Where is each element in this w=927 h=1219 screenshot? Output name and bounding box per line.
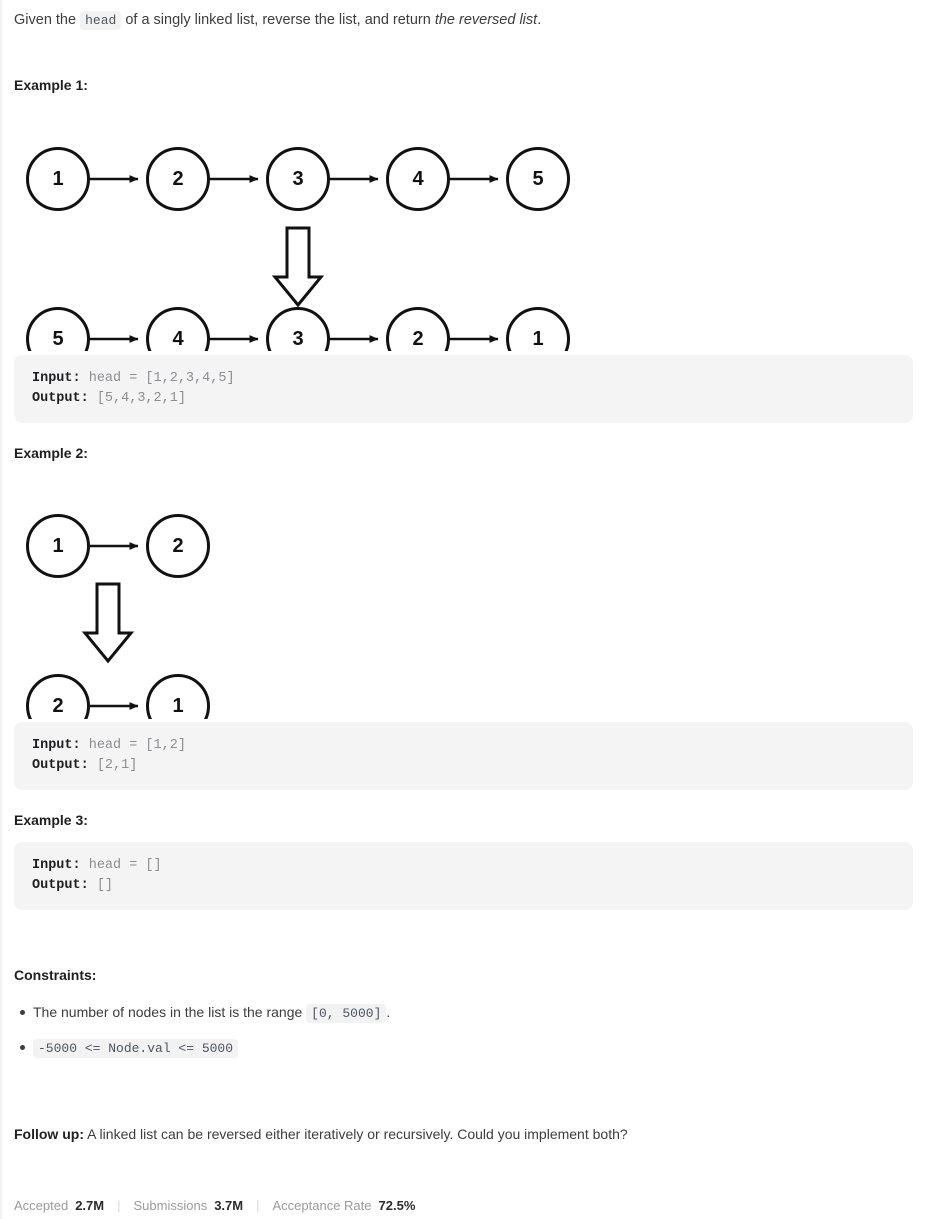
svg-text:1: 1 — [52, 168, 63, 190]
constraint-item: -5000 <= Node.val <= 5000 — [20, 1036, 913, 1060]
example-2-input-value: head = [1,2] — [88, 738, 186, 753]
svg-text:2: 2 — [52, 695, 63, 717]
statement-emphasis: the reversed list — [434, 12, 538, 28]
stat-divider: | — [117, 1198, 121, 1213]
stat-submissions-value: 3.7M — [214, 1198, 244, 1213]
problem-content: Given the head of a singly linked list, … — [0, 0, 927, 1213]
node-circle: 5 — [506, 147, 570, 211]
stat-accepted-value: 2.7M — [75, 1198, 105, 1213]
constraint-text-suffix: . — [386, 1004, 391, 1020]
constraints-title: Constraints: — [14, 967, 97, 983]
example-3-input-label: Input: — [32, 858, 81, 873]
stat-submissions[interactable]: Submissions 3.7M — [134, 1198, 244, 1213]
node-circle: 2 — [26, 674, 90, 738]
svg-text:1: 1 — [172, 695, 183, 717]
linked-list-svg-example-2: 1 2 2 1 — [26, 514, 210, 738]
followup-label: Follow up: — [14, 1126, 84, 1142]
node-circle: 2 — [146, 514, 210, 578]
node-circle: 3 — [266, 307, 330, 371]
example-3-input-value: head = [] — [88, 858, 162, 873]
svg-text:2: 2 — [412, 328, 423, 350]
node-circle: 3 — [266, 147, 330, 211]
example-2-code-block: Input: head = [1,2] Output: [2,1] — [14, 722, 913, 790]
constraint-text-prefix: The number of nodes in the list is the r… — [33, 1004, 307, 1020]
example-1-output-value: [5,4,3,2,1] — [96, 391, 186, 406]
statement-text-mid: of a singly linked list, reverse the lis… — [121, 12, 435, 28]
stat-acceptance-rate-value: 72.5% — [378, 1198, 416, 1213]
example-1-code-block: Input: head = [1,2,3,4,5] Output: [5,4,3… — [14, 355, 913, 423]
svg-text:5: 5 — [532, 168, 543, 190]
problem-stats-footer: Accepted 2.7M | Submissions 3.7M | Accepta… — [14, 1198, 913, 1213]
reverse-transform-arrow — [81, 582, 135, 664]
row-after-nodes: 2 1 — [26, 674, 210, 738]
stat-divider: | — [256, 1198, 260, 1213]
inline-code-head: head — [80, 11, 122, 30]
node-circle: 4 — [386, 147, 450, 211]
example-3-title: Example 3: — [14, 812, 88, 828]
example-2-diagram: 1 2 2 1 — [14, 474, 913, 738]
example-1-input-value: head = [1,2,3,4,5] — [88, 371, 235, 386]
constraint-item: The number of nodes in the list is the r… — [20, 1001, 913, 1025]
svg-text:3: 3 — [292, 328, 303, 350]
node-circle: 4 — [146, 307, 210, 371]
example-2-output-value: [2,1] — [96, 758, 138, 773]
svg-text:5: 5 — [52, 328, 63, 350]
example-1-diagram: 1 2 3 4 5 5 4 3 2 1 — [14, 106, 913, 371]
problem-statement: Given the head of a singly linked list, … — [14, 0, 913, 32]
constraints-list: The number of nodes in the list is the r… — [14, 1001, 913, 1060]
example-1-input-label: Input: — [32, 371, 81, 386]
node-circle: 1 — [26, 147, 90, 211]
node-circle: 1 — [146, 674, 210, 738]
svg-text:2: 2 — [172, 168, 183, 190]
example-1-output-label: Output: — [32, 391, 89, 406]
row-before-nodes: 1 2 — [26, 514, 210, 578]
node-circle: 1 — [506, 307, 570, 371]
stat-accepted-label: Accepted — [14, 1198, 69, 1213]
linked-list-svg-example-1: 1 2 3 4 5 5 4 3 2 1 — [26, 147, 570, 371]
stat-submissions-label: Submissions — [133, 1198, 208, 1213]
svg-text:4: 4 — [412, 168, 424, 190]
example-2-title: Example 2: — [14, 445, 88, 461]
node-circle: 2 — [146, 147, 210, 211]
stat-acceptance-rate-label: Acceptance Rate — [272, 1198, 372, 1213]
svg-text:2: 2 — [172, 535, 183, 557]
svg-text:3: 3 — [292, 168, 303, 190]
example-2-input-label: Input: — [32, 738, 81, 753]
node-circle: 2 — [386, 307, 450, 371]
inline-code-node-range: [0, 5000] — [306, 1004, 387, 1023]
stat-accepted[interactable]: Accepted 2.7M — [14, 1198, 104, 1213]
node-circle: 1 — [26, 514, 90, 578]
svg-text:1: 1 — [532, 328, 543, 350]
statement-text-prefix: Given the — [14, 12, 81, 28]
svg-text:1: 1 — [52, 535, 63, 557]
example-3-code-block: Input: head = [] Output: [] — [14, 842, 913, 910]
problem-description-panel: Given the head of a singly linked list, … — [0, 0, 927, 1219]
example-3-output-label: Output: — [32, 878, 89, 893]
followup-paragraph: Follow up: A linked list can be reversed… — [14, 1123, 913, 1145]
example-1-title: Example 1: — [14, 77, 88, 93]
node-circle: 5 — [26, 307, 90, 371]
reverse-transform-arrow — [271, 226, 325, 308]
example-2-output-label: Output: — [32, 758, 89, 773]
example-3-output-value: [] — [96, 878, 114, 893]
inline-code-node-val-range: -5000 <= Node.val <= 5000 — [33, 1039, 239, 1058]
stat-acceptance-rate[interactable]: Acceptance Rate 72.5% — [273, 1198, 416, 1213]
row-after-nodes: 5 4 3 2 1 — [26, 307, 570, 371]
row-before-nodes: 1 2 3 4 5 — [26, 147, 570, 211]
followup-text: A linked list can be reversed either ite… — [83, 1126, 628, 1142]
svg-text:4: 4 — [172, 328, 184, 350]
statement-text-suffix: . — [537, 12, 542, 28]
